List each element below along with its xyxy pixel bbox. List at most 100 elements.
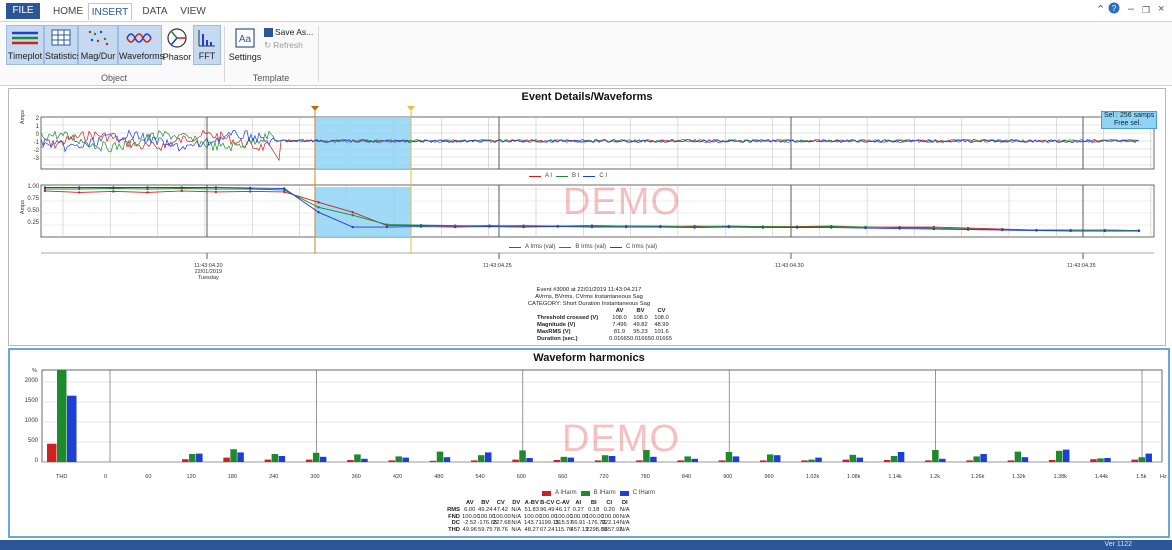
status-text: Ver 1122 [1104,541,1132,548]
harmonics-xlabel: 1.14k [888,474,902,480]
harmonics-xlabel: 1.5k [1136,474,1147,480]
time-axis-label: 11:43:04.35 [1067,263,1096,269]
table-row: Duration (sec.) 0.01665 0.01665 0.01665 [537,336,672,342]
harmonic-bar [1062,449,1070,462]
settings-button[interactable]: Aa Settings [228,25,262,65]
table-cell: N/A [511,513,522,520]
phasor-button[interactable]: Phasor [162,25,192,65]
harmonics-xlabel: 660 [558,474,568,480]
harmonic-bar [402,457,409,462]
table-cell: 100.00 [477,513,496,520]
harmonic-bar [815,457,822,462]
selection-region [315,187,411,237]
table-cell: 100.00 [524,513,542,520]
table-cell: 46.17 [555,506,570,513]
harmonic-bar [718,460,726,462]
time-axis-label: 11:43:04.25 [483,263,512,269]
table-cell: 96.49 [539,506,555,513]
harmonics-xlabel: 180 [227,474,238,480]
harmonics-xlabel: 960 [764,474,774,480]
table-cell: 47.42 [493,506,508,513]
statistics-button[interactable]: Statistics [44,25,81,65]
harmonic-bar [808,459,815,462]
restore-icon[interactable]: ❐ [1142,5,1150,16]
chart2-ytick: 0.25 [27,220,39,226]
waveform-series-a [40,129,1140,162]
tab-file[interactable]: FILE [6,3,40,19]
waveforms-panel-title: Event Details/Waveforms [521,91,653,103]
table-column-header: B-CV [540,500,555,506]
harmonics-panel: Waveform harmonics % 2000 1500 1000 500 0 TH… [8,348,1170,538]
harmonic-bar [264,459,272,462]
table-cell: 0.20 [603,506,615,513]
save-as-button[interactable]: Save As... [264,27,313,38]
fft-button[interactable]: FFT [193,25,221,65]
harmonic-bar [354,454,361,462]
harmonic-bar [1138,457,1145,462]
chart2-ytick: 0.50 [27,208,39,214]
minimize-icon[interactable]: – [1128,3,1134,15]
harmonic-bar [230,449,237,462]
harmonic-bar [312,452,320,462]
harmonic-bar [526,458,533,462]
table-column-header: AV [465,500,474,506]
table-cell: 51.83 [524,506,539,513]
table-row: DC -2.52 -176.65 227.68 N/A 143.71 -199.15 315.… [440,520,633,527]
harmonic-bar [849,454,857,462]
chart1-ytick: -3 [33,156,39,162]
harmonic-bar [305,459,313,462]
ribbon-tab-bar: FILE HOME INSERT DATA VIEW ⌃ ? – ❐ × [0,0,1172,22]
chart2-legend: A Irms (val) B Irms (val) C Irms (val) [509,244,657,250]
harmonic-bar [759,460,767,462]
save-icon [264,28,273,38]
ribbon-collapse-icon[interactable]: ⌃ [1096,3,1105,16]
harmonic-bar [925,460,932,462]
table-row: THD 49.96 59.75 78.76 N/A 48.27 67.24 115.76 457… [440,527,633,534]
table-cell: N/A [619,513,630,520]
harmonic-bar [319,456,327,462]
harmonic-bar [1097,458,1104,462]
harmonic-bar [271,454,279,462]
table-cell: 59.75 [477,527,493,534]
table-cell: -176.65 [477,520,498,527]
legend-swatch-b [559,246,572,248]
harmonic-bar [1145,453,1152,462]
harmonics-panel-title: Waveform harmonics [533,352,645,364]
harmonic-bar [801,460,808,462]
table-row: Magnitude (V) 7.496 49.82 48.99 [537,322,669,328]
close-icon[interactable]: × [1158,3,1164,15]
harmonic-bar [939,458,946,462]
tab-data[interactable]: DATA [138,3,172,20]
help-icon[interactable]: ? [1108,2,1120,17]
harmonic-bar [883,460,891,462]
harmonic-bar [485,452,492,462]
chart1-ytick: 2 [35,116,39,122]
harmonic-bar [1131,459,1138,462]
harmonic-bar [519,450,526,462]
harmonics-xlabel: 720 [599,474,609,480]
tab-view[interactable]: VIEW [176,3,210,20]
tab-home[interactable]: HOME [50,3,86,20]
harmonic-bar [478,455,485,462]
legend-swatch-c [610,246,623,248]
demo-watermark: DEMO [562,418,680,460]
harmonics-xlabel: 1.02k [805,474,820,480]
harmonic-bar [766,454,774,462]
harmonics-xlabel: 1.26k [970,474,985,480]
selection-region [315,117,411,169]
tab-insert[interactable]: INSERT [88,3,132,20]
table-cell: N/A [511,506,522,513]
harmonics-legend: A IHarm B IHarm C IHarm [542,490,655,496]
harmonic-bar [1104,458,1111,462]
fft-icon [194,28,220,50]
waveforms-button[interactable]: Waveforms [118,25,164,65]
harmonic-bar [684,456,691,462]
cursor-handle-icon [311,106,319,111]
refresh-button[interactable]: ↻ Refresh [264,40,303,51]
harmonic-bar [732,456,740,462]
phasor-icon [162,27,192,49]
harmonic-bar [980,454,987,462]
timeplot-button[interactable]: Timeplot [6,25,44,65]
table-cell: 100.00 [601,513,620,520]
magdur-button[interactable]: Mag/Dur [78,25,118,65]
